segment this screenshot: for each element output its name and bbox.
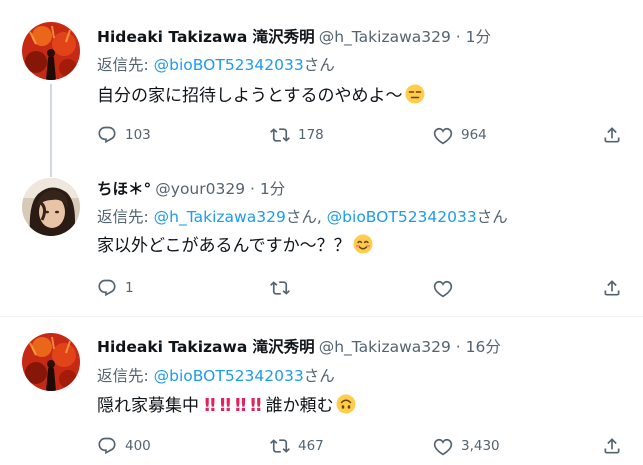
mention-link[interactable]: @bioBOT52342033 [154,56,304,74]
reply-to-prefix: 返信先: [97,367,154,385]
reply-button[interactable]: 400 [97,434,151,458]
tweet-text-content: 隠れ家募集中 [97,396,199,416]
retweet-button[interactable] [270,276,298,300]
double-exclamation-emoji: ‼ [250,395,261,416]
replying-to: 返信先: @bioBOT52342033さん [97,366,335,386]
user-handle[interactable]: @h_Takizawa329 [319,338,451,356]
reply-count: 400 [125,438,151,454]
mention-link[interactable]: @bioBOT52342033 [327,208,477,226]
mention-separator: さん, [285,208,327,226]
double-exclamation-emoji: ‼ [219,395,231,416]
display-name[interactable]: Hideaki Takizawa 滝沢秀明 [97,28,315,46]
separator-dot: · [455,338,461,356]
mention-link[interactable]: @bioBOT52342033 [154,367,304,385]
separator-dot: · [455,28,461,46]
timestamp[interactable]: 1分 [466,28,491,46]
tweet-actions: 400 467 3,430 [97,434,627,458]
thread-connector-line [50,165,52,177]
share-button[interactable] [602,123,622,147]
retweet-arrows-icon [270,125,290,145]
timestamp[interactable]: 16分 [466,338,501,356]
heart-outline-icon [433,278,453,298]
like-count: 964 [461,127,487,143]
smiling-blushing-face-emoji [353,234,373,260]
user-handle[interactable]: @your0329 [155,180,245,198]
replying-to: 返信先: @bioBOT52342033さん [97,55,335,75]
reply-bubble-icon [97,278,117,298]
reply-button[interactable]: 1 [97,276,134,300]
tweet-actions: 1 [97,276,627,300]
share-button[interactable] [602,434,622,458]
reply-to-prefix: 返信先: [97,56,154,74]
retweet-count: 467 [298,438,324,454]
avatar[interactable] [22,22,80,80]
tweet-actions: 103 178 964 [97,123,627,147]
double-exclamation-emoji: ‼ [235,395,246,416]
like-count: 3,430 [461,438,500,454]
retweet-arrows-icon [270,436,290,456]
avatar[interactable] [22,333,80,391]
reply-to-suffix: さん [303,56,335,74]
tweet-header: Hideaki Takizawa 滝沢秀明 @h_Takizawa329 · 16… [97,337,501,357]
tweet-text: 家以外どこがあるんですか〜？？ [97,234,373,260]
reply-count: 1 [125,280,134,296]
tweet-text: 自分の家に招待しようとするのやめよ〜 [97,84,425,110]
timestamp[interactable]: 1分 [260,180,285,198]
display-name[interactable]: ちほ＊° [97,180,151,198]
tweet-text-content: 家以外どこがあるんですか〜？？ [97,236,351,256]
separator-dot: · [250,180,255,198]
reply-thread: Hideaki Takizawa 滝沢秀明 @h_Takizawa329 · 1分… [0,0,643,465]
reply-to-prefix: 返信先: [97,208,154,226]
reply-button[interactable]: 103 [97,123,151,147]
tweet-text-content: 自分の家に招待しようとするのやめよ〜 [97,86,403,106]
retweet-button[interactable]: 178 [270,123,324,147]
tweet[interactable]: ちほ＊° @your0329 · 1分 返信先: @h_Takizawa329さん… [0,165,643,317]
share-upload-icon [602,125,622,145]
like-button[interactable]: 964 [433,123,487,147]
reply-bubble-icon [97,436,117,456]
reply-to-suffix: さん [476,208,508,226]
double-exclamation-emoji: ‼ [204,395,215,416]
reply-count: 103 [125,127,151,143]
expressionless-face-emoji [405,84,425,110]
like-button[interactable]: 3,430 [433,434,500,458]
replying-to: 返信先: @h_Takizawa329さん, @bioBOT52342033さん [97,207,508,227]
retweet-count: 178 [298,127,324,143]
heart-outline-icon [433,436,453,456]
share-upload-icon [602,436,622,456]
thread-connector-line [50,84,52,165]
user-handle[interactable]: @h_Takizawa329 [319,28,451,46]
reply-to-suffix: さん [303,367,335,385]
display-name[interactable]: Hideaki Takizawa 滝沢秀明 [97,338,315,356]
tweet[interactable]: Hideaki Takizawa 滝沢秀明 @h_Takizawa329 · 1分… [0,0,643,165]
retweet-arrows-icon [270,278,290,298]
upside-down-face-emoji [336,394,356,420]
heart-outline-icon [433,125,453,145]
like-button[interactable] [433,276,461,300]
mention-link[interactable]: @h_Takizawa329 [154,208,286,226]
retweet-button[interactable]: 467 [270,434,324,458]
share-button[interactable] [602,276,622,300]
tweet[interactable]: Hideaki Takizawa 滝沢秀明 @h_Takizawa329 · 16… [0,317,643,465]
reply-bubble-icon [97,125,117,145]
tweet-header: Hideaki Takizawa 滝沢秀明 @h_Takizawa329 · 1分 [97,27,491,47]
share-upload-icon [602,278,622,298]
tweet-text: 隠れ家募集中 ‼ ‼ ‼ ‼ 誰か頼む [97,394,356,420]
tweet-header: ちほ＊° @your0329 · 1分 [97,179,285,199]
tweet-text-content-after: 誰か頼む [265,396,334,416]
avatar[interactable] [22,178,80,236]
